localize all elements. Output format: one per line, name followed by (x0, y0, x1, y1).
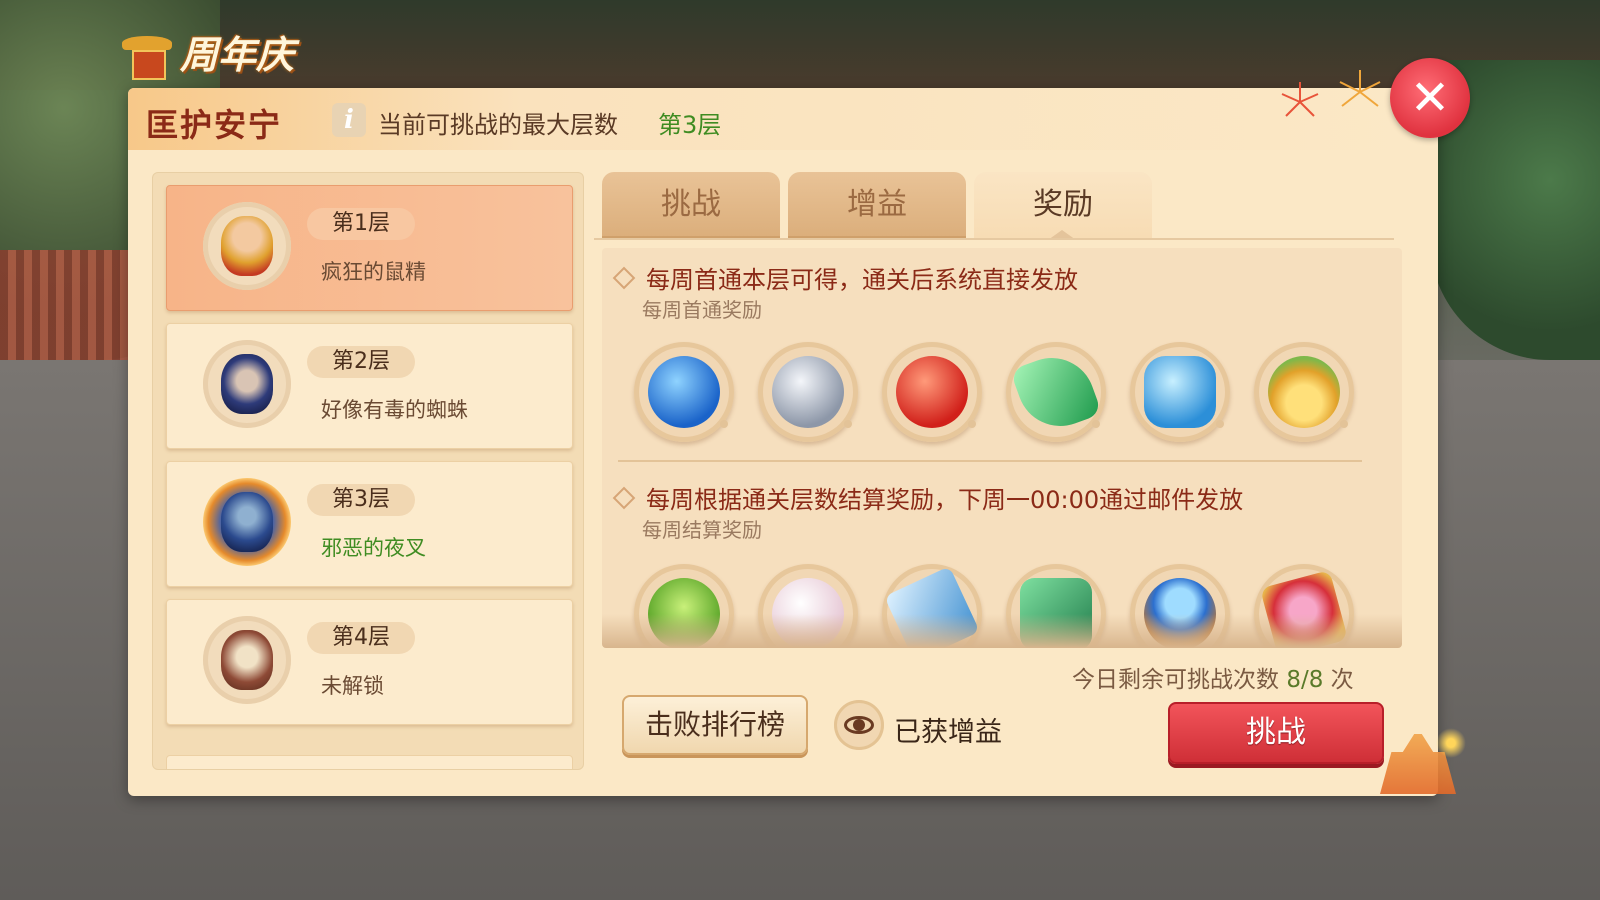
avatar (203, 616, 291, 704)
attempts-value: 8/8 (1286, 667, 1324, 693)
buff-status-label: 已获增益 (894, 717, 1002, 748)
background-fence (0, 250, 140, 360)
weekly-title: 每周根据通关层数结算奖励，下周一00:00通过邮件发放 (612, 480, 1244, 515)
level-name: 未解锁 (321, 674, 384, 698)
avatar (203, 202, 291, 290)
avatar (203, 340, 291, 428)
firework-spark-icon (1436, 728, 1466, 758)
first-clear-title: 每周首通本层可得，通关后系统直接发放 (612, 260, 1078, 295)
reward-panel[interactable]: 每周首通本层可得，通关后系统直接发放 每周首通奖励 每周根据通关层数结算奖励，下… (602, 248, 1402, 648)
max-level-label: 当前可挑战的最大层数 (378, 111, 618, 139)
attempts-remaining: 今日剩余可挑战次数 8/8 次 (1072, 660, 1354, 694)
max-level-value: 第3层 (658, 111, 722, 139)
anniversary-logo: 周年庆 (118, 20, 294, 82)
reward-item[interactable] (634, 342, 734, 442)
anniversary-text: 周年庆 (180, 31, 295, 77)
close-icon: ✕ (1409, 70, 1451, 126)
weekly-subtitle: 每周结算奖励 (642, 518, 762, 542)
red-orb-icon (896, 356, 968, 428)
page-title: 匡护安宁 (146, 106, 283, 144)
slot-dot (1092, 420, 1100, 428)
pagoda-icon (118, 20, 176, 82)
tab-buff[interactable]: 增益 (788, 172, 966, 238)
blue-gem-icon (1144, 356, 1216, 428)
avatar (203, 478, 291, 566)
close-button[interactable]: ✕ (1390, 58, 1470, 138)
level-tag: 第2层 (307, 346, 415, 378)
info-icon[interactable]: i (332, 103, 366, 137)
level-item-4[interactable]: 第4层 未解锁 (166, 599, 573, 725)
level-item-1[interactable]: 第1层 疯狂的鼠精 (166, 185, 573, 311)
slot-dot (844, 420, 852, 428)
scroll-fade (602, 614, 1402, 648)
eye-icon[interactable] (834, 700, 884, 750)
green-crystal-icon (1009, 345, 1103, 439)
reward-item[interactable] (882, 342, 982, 442)
tab-reward[interactable]: 奖励 (974, 172, 1152, 240)
attempts-label: 今日剩余可挑战次数 (1072, 667, 1279, 693)
weekly-title-text: 每周根据通关层数结算奖励，下周一00:00通过邮件发放 (646, 486, 1244, 514)
reward-item[interactable] (1254, 342, 1354, 442)
diamond-bullet-icon (612, 486, 636, 510)
main-panel: 匡护安宁 i 当前可挑战的最大层数 第3层 第1层 疯狂的鼠精 第2层 好像有毒… (128, 88, 1438, 796)
slot-dot (1216, 420, 1224, 428)
leaderboard-button[interactable]: 击败排行榜 (622, 695, 808, 755)
challenge-button[interactable]: 挑战 (1168, 702, 1384, 764)
level-tag: 第1层 (307, 208, 415, 240)
spider-demon-icon (221, 354, 273, 414)
level-tag: 第3层 (307, 484, 415, 516)
level-name: 邪恶的夜叉 (321, 536, 426, 560)
reward-item[interactable] (758, 342, 858, 442)
rat-spirit-icon (221, 216, 273, 276)
tab-divider (594, 238, 1394, 240)
silver-coin-icon (772, 356, 844, 428)
tab-challenge[interactable]: 挑战 (602, 172, 780, 238)
first-clear-subtitle: 每周首通奖励 (642, 298, 762, 322)
level-tag: 第4层 (307, 622, 415, 654)
fireworks-icon (1281, 70, 1381, 117)
yaksha-icon (221, 492, 273, 552)
locked-monster-icon (221, 630, 273, 690)
level-name: 疯狂的鼠精 (321, 260, 426, 284)
golden-gourd-icon (1268, 356, 1340, 428)
reward-item[interactable] (1130, 342, 1230, 442)
level-item-5[interactable] (166, 755, 573, 769)
panel-header: 匡护安宁 i 当前可挑战的最大层数 第3层 (128, 88, 1438, 150)
blue-orb-icon (648, 356, 720, 428)
reward-item[interactable] (1006, 342, 1106, 442)
level-name: 好像有毒的蜘蛛 (321, 398, 468, 422)
diamond-bullet-icon (612, 266, 636, 290)
level-item-2[interactable]: 第2层 好像有毒的蜘蛛 (166, 323, 573, 449)
first-clear-title-text: 每周首通本层可得，通关后系统直接发放 (646, 266, 1078, 294)
level-item-3[interactable]: 第3层 邪恶的夜叉 (166, 461, 573, 587)
section-divider (618, 460, 1362, 462)
attempts-unit: 次 (1330, 667, 1354, 693)
level-list[interactable]: 第1层 疯狂的鼠精 第2层 好像有毒的蜘蛛 第3层 邪恶的夜叉 第4层 未解锁 (152, 172, 584, 770)
slot-dot (1340, 420, 1348, 428)
slot-dot (968, 420, 976, 428)
slot-dot (720, 420, 728, 428)
